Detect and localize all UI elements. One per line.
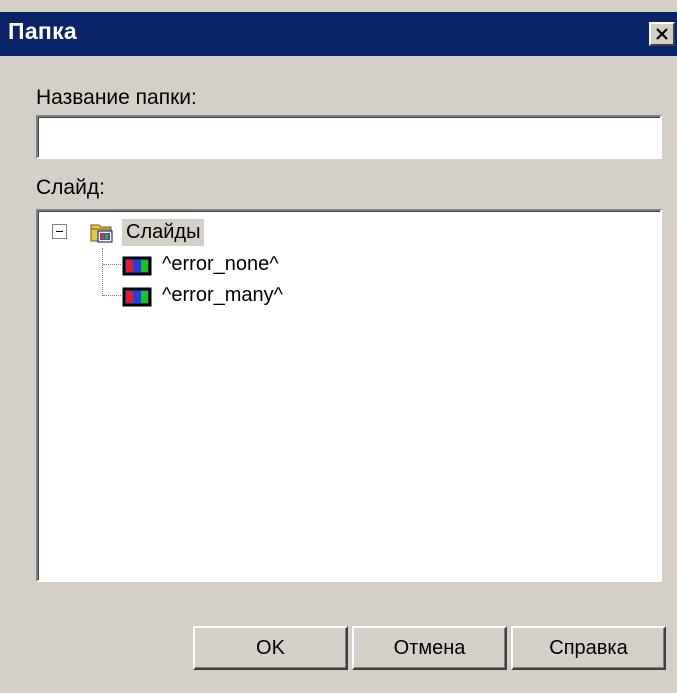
tree-connector — [103, 264, 121, 265]
folder-name-label: Название папки: — [36, 86, 197, 109]
folder-icon — [90, 224, 113, 243]
slide-tree[interactable]: Слайды ^error_none^ ^error_many^ — [36, 209, 662, 582]
slide-label: Слайд: — [36, 176, 105, 199]
folder-dialog: Папка Название папки: Слайд: Слайды ^err… — [0, 0, 677, 693]
cancel-button[interactable]: Отмена — [352, 626, 507, 670]
help-button[interactable]: Справка — [511, 626, 666, 670]
tree-root-label[interactable]: Слайды — [122, 219, 205, 246]
close-button[interactable] — [649, 22, 675, 46]
ok-button[interactable]: OK — [193, 626, 348, 670]
close-icon — [656, 27, 668, 40]
folder-name-input[interactable] — [36, 115, 662, 159]
slide-icon — [122, 287, 152, 307]
collapse-toggle[interactable] — [52, 224, 67, 239]
tree-connector — [103, 295, 121, 296]
title-bar[interactable]: Папка — [0, 12, 677, 56]
tree-item-label: ^error_many^ — [162, 284, 284, 306]
tree-connector — [102, 248, 103, 296]
slide-icon — [122, 256, 152, 276]
dialog-title: Папка — [8, 18, 78, 44]
tree-item-label: ^error_none^ — [162, 253, 279, 275]
